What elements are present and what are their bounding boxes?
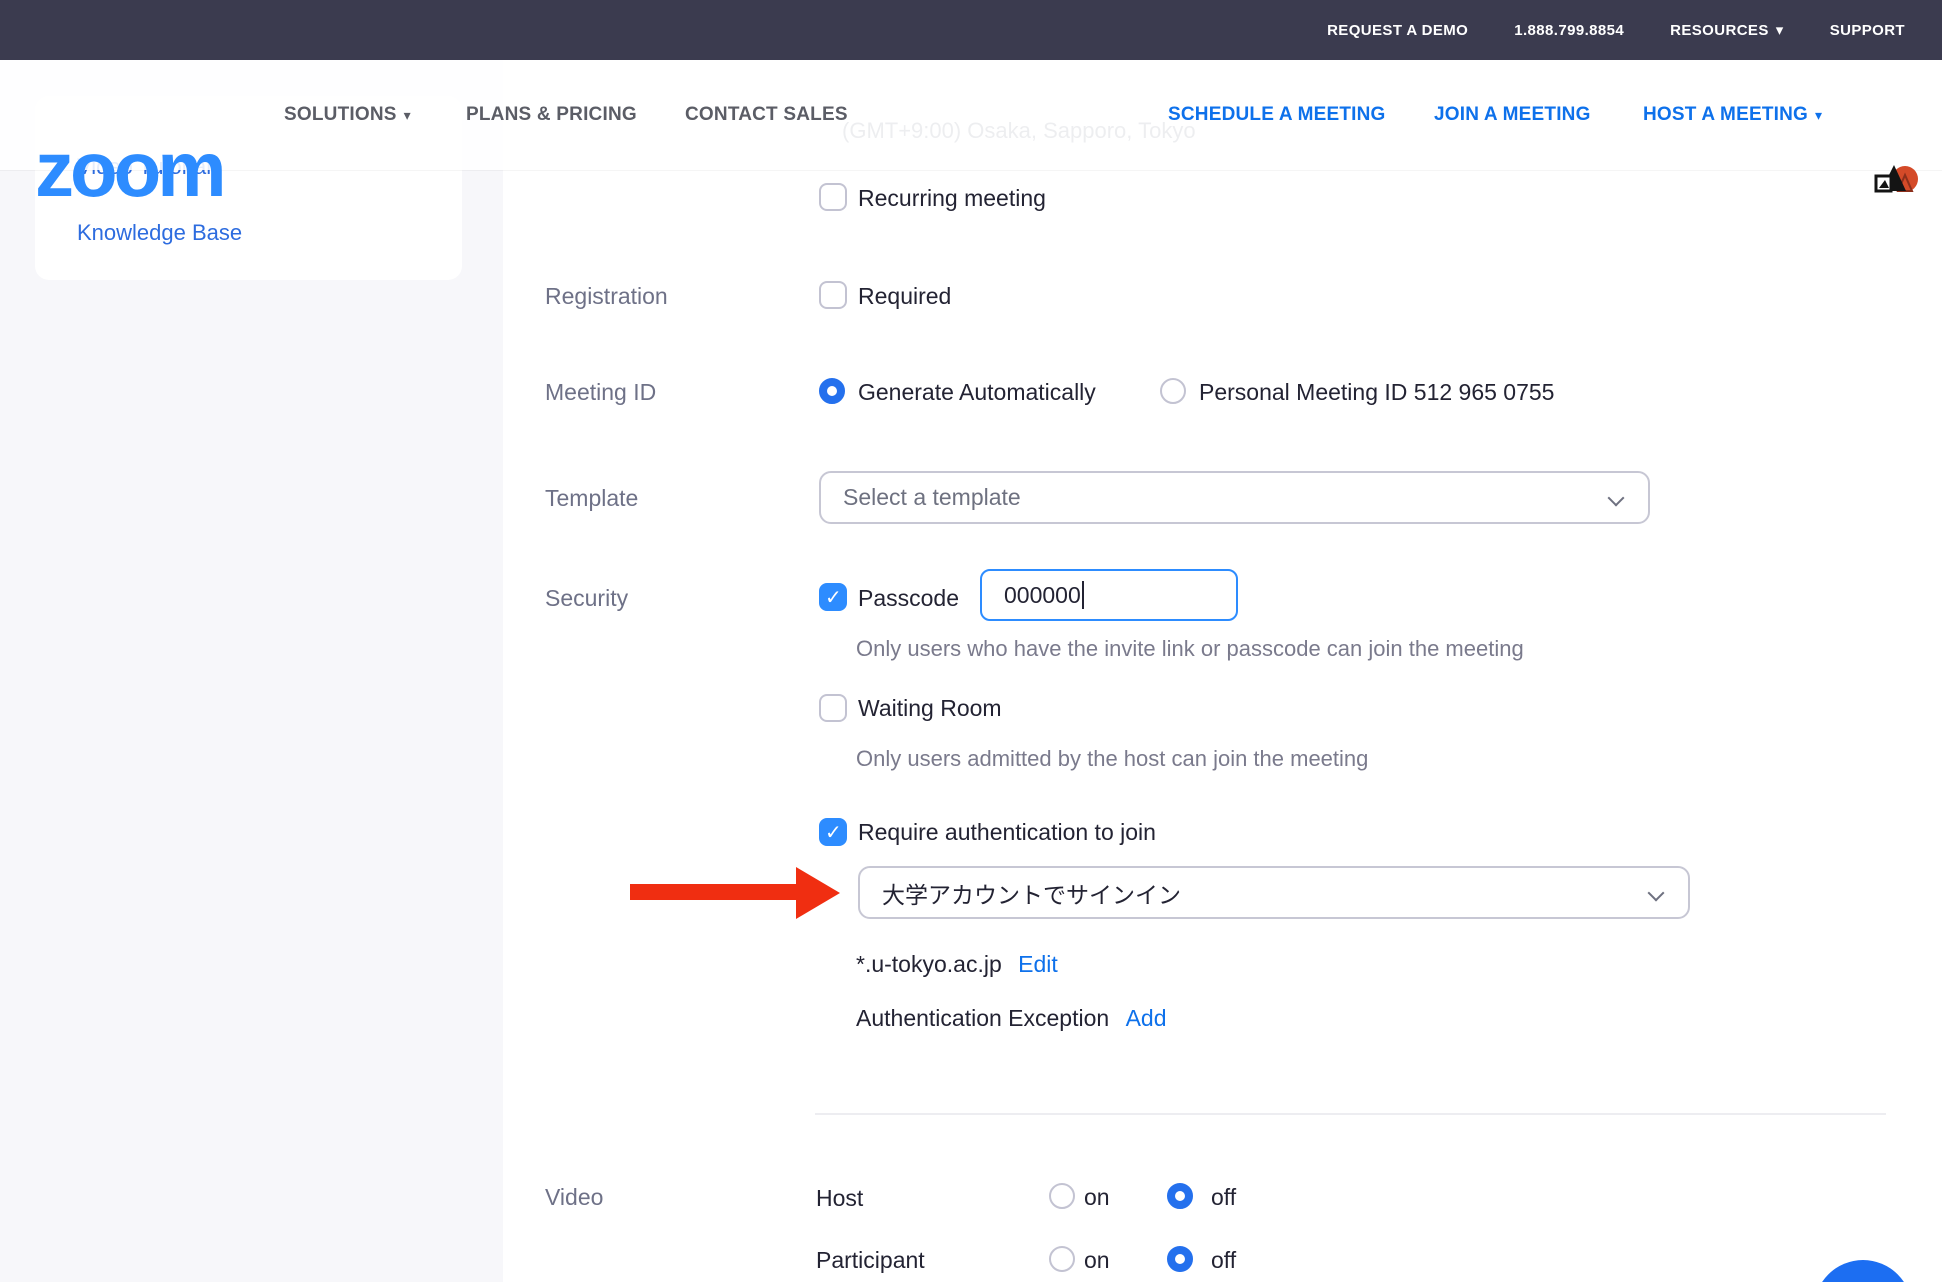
passcode-checkbox[interactable] — [819, 583, 847, 611]
participant-video-on-radio[interactable] — [1049, 1246, 1075, 1272]
registration-required-label: Required — [858, 283, 951, 310]
schedule-a-meeting-link[interactable]: SCHEDULE A MEETING — [1168, 60, 1386, 170]
registration-row-label: Registration — [545, 283, 668, 310]
meeting-id-personal-label: Personal Meeting ID 512 965 0755 — [1199, 379, 1554, 406]
chevron-down-icon: ▾ — [1776, 22, 1784, 39]
host-a-meeting-label: HOST A MEETING — [1643, 104, 1808, 126]
authentication-exception-label: Authentication Exception — [856, 1005, 1109, 1031]
meeting-id-row-label: Meeting ID — [545, 379, 656, 406]
zoom-logo[interactable]: zoom — [35, 130, 223, 208]
section-divider — [815, 1113, 1886, 1115]
waiting-room-help-text: Only users admitted by the host can join… — [856, 746, 1368, 772]
sidebar-item-knowledge-base[interactable]: Knowledge Base — [77, 220, 242, 246]
text-cursor — [1082, 581, 1084, 609]
authentication-method-value: 大学アカウントでサインイン — [882, 876, 1181, 910]
meeting-id-generate-label: Generate Automatically — [858, 379, 1096, 406]
resources-menu-label: RESOURCES — [1670, 22, 1769, 39]
add-exception-link[interactable]: Add — [1126, 1005, 1167, 1031]
host-video-off-radio[interactable] — [1167, 1183, 1193, 1209]
template-select[interactable]: Select a template — [819, 471, 1650, 524]
authentication-domain: *.u-tokyo.ac.jp — [856, 951, 1002, 977]
host-video-on-label: on — [1084, 1184, 1110, 1211]
nav-plans-pricing-label: PLANS & PRICING — [466, 104, 637, 126]
host-video-off-label: off — [1211, 1184, 1236, 1211]
waiting-room-label: Waiting Room — [858, 695, 1002, 722]
participant-video-on-label: on — [1084, 1247, 1110, 1274]
video-row-label: Video — [545, 1184, 603, 1211]
recurring-meeting-label: Recurring meeting — [858, 185, 1046, 212]
authentication-exception-row: Authentication Exception Add — [856, 1005, 1167, 1032]
avatar-mountain-logo — [1872, 158, 1920, 200]
video-host-label: Host — [816, 1185, 863, 1212]
request-a-demo-link[interactable]: REQUEST A DEMO — [1327, 22, 1468, 39]
template-select-value: Select a template — [843, 484, 1021, 511]
waiting-room-checkbox[interactable] — [819, 694, 847, 722]
user-avatar[interactable] — [1872, 158, 1920, 200]
host-video-on-radio[interactable] — [1049, 1183, 1075, 1209]
phone-number-link[interactable]: 1.888.799.8854 — [1514, 22, 1624, 39]
participant-video-off-radio[interactable] — [1167, 1246, 1193, 1272]
resources-menu[interactable]: RESOURCES ▾ — [1670, 21, 1784, 39]
registration-required-checkbox[interactable] — [819, 281, 847, 309]
nav-solutions-label: SOLUTIONS — [284, 104, 397, 126]
require-authentication-checkbox[interactable] — [819, 818, 847, 846]
chevron-down-icon — [1648, 885, 1665, 902]
help-chat-button[interactable] — [1814, 1260, 1912, 1282]
chevron-down-icon: ▾ — [404, 107, 411, 124]
nav-plans-pricing-link[interactable]: PLANS & PRICING — [466, 60, 637, 170]
authentication-domain-row: *.u-tokyo.ac.jp Edit — [856, 951, 1058, 978]
participant-video-off-label: off — [1211, 1247, 1236, 1274]
topbar: REQUEST A DEMO 1.888.799.8854 RESOURCES ▾… — [0, 0, 1942, 60]
nav-solutions-menu[interactable]: SOLUTIONS ▾ — [284, 60, 411, 170]
video-participant-label: Participant — [816, 1247, 925, 1274]
red-arrow-head — [796, 867, 840, 919]
chevron-down-icon: ▾ — [1815, 107, 1822, 124]
security-row-label: Security — [545, 585, 628, 612]
join-a-meeting-label: JOIN A MEETING — [1434, 104, 1591, 126]
template-row-label: Template — [545, 485, 638, 512]
chevron-down-icon — [1608, 490, 1625, 507]
join-a-meeting-link[interactable]: JOIN A MEETING — [1434, 60, 1591, 170]
passcode-help-text: Only users who have the invite link or p… — [856, 636, 1524, 662]
meeting-id-generate-radio[interactable] — [819, 378, 845, 404]
support-link[interactable]: SUPPORT — [1830, 22, 1905, 39]
host-a-meeting-menu[interactable]: HOST A MEETING ▾ — [1643, 60, 1822, 170]
main-navbar: zoom SOLUTIONS▾ PLANS & PRICING CONTACT … — [0, 60, 1942, 170]
passcode-value: 000000 — [1004, 582, 1081, 609]
passcode-label: Passcode — [858, 585, 959, 612]
recurring-meeting-checkbox[interactable] — [819, 183, 847, 211]
require-authentication-label: Require authentication to join — [858, 819, 1156, 846]
schedule-a-meeting-label: SCHEDULE A MEETING — [1168, 104, 1386, 126]
authentication-method-select[interactable]: 大学アカウントでサインイン — [858, 866, 1690, 919]
meeting-id-personal-radio[interactable] — [1160, 378, 1186, 404]
nav-contact-sales-label: CONTACT SALES — [685, 104, 848, 126]
red-arrow-annotation — [630, 884, 802, 900]
passcode-input[interactable]: 000000 — [980, 569, 1238, 621]
edit-domain-link[interactable]: Edit — [1018, 951, 1058, 977]
nav-contact-sales-link[interactable]: CONTACT SALES — [685, 60, 848, 170]
